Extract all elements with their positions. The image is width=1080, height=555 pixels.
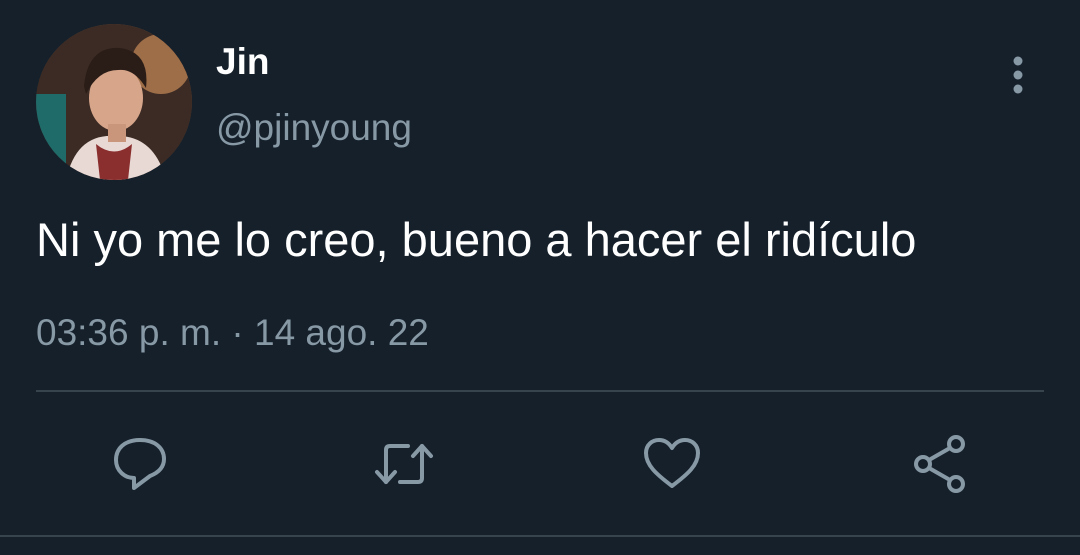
heart-icon bbox=[644, 438, 700, 488]
retweet-icon bbox=[375, 444, 433, 484]
display-name[interactable]: Jin bbox=[216, 40, 269, 84]
avatar[interactable] bbox=[36, 24, 192, 180]
tweet-timestamp: 03:36 p. m. · 14 ago. 22 bbox=[36, 310, 429, 356]
user-handle[interactable]: @pjinyoung bbox=[216, 106, 412, 150]
divider bbox=[36, 390, 1044, 392]
like-button[interactable] bbox=[640, 432, 704, 496]
avatar-photo bbox=[36, 24, 192, 180]
tweet-text: Ni yo me lo creo, bueno a hacer el ridíc… bbox=[36, 213, 917, 266]
reply-icon bbox=[114, 438, 166, 490]
bottom-divider bbox=[0, 535, 1080, 537]
tweet-time: 03:36 p. m. bbox=[36, 312, 222, 353]
tweet-date: 14 ago. 22 bbox=[254, 312, 429, 353]
retweet-button[interactable] bbox=[372, 432, 436, 496]
meta-separator: · bbox=[231, 312, 244, 353]
share-icon bbox=[914, 435, 965, 493]
vertical-dots-icon bbox=[1013, 56, 1023, 94]
reply-button[interactable] bbox=[108, 432, 172, 496]
more-options-button[interactable] bbox=[998, 52, 1038, 98]
share-button[interactable] bbox=[908, 432, 972, 496]
